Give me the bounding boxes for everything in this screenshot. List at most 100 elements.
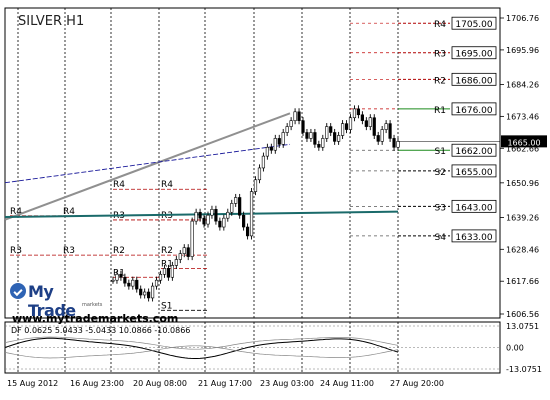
y-tick-label: 1639.26	[506, 213, 539, 222]
candle-body	[242, 214, 246, 228]
candle-body	[289, 120, 293, 127]
candle-body	[150, 285, 155, 299]
candle-body	[273, 138, 277, 151]
candle-body	[182, 247, 186, 254]
price-chart: SILVER H1R4R3R4R3R4R3R2R1R4R3R2R1S1R4170…	[4, 7, 547, 388]
candle-body	[222, 217, 226, 228]
candle-body	[206, 214, 210, 225]
candle-body	[344, 123, 349, 130]
candle-body	[392, 138, 396, 148]
candle-body	[166, 268, 171, 278]
candle-body	[234, 197, 238, 204]
main-plot-frame	[4, 7, 501, 319]
historical-level-label: R2	[113, 246, 125, 256]
y-tick-label: 1650.96	[506, 179, 539, 188]
candle-body	[281, 132, 285, 145]
historical-level-label: R3	[63, 246, 75, 256]
x-tick-label: 20 Aug 08:00	[133, 379, 187, 388]
historical-level-label: R2	[161, 246, 173, 256]
candle-body	[384, 123, 388, 130]
candle-body	[297, 111, 301, 121]
candle-body	[111, 279, 115, 282]
candle-body	[154, 279, 159, 287]
indicator-y-label: 0.00	[506, 344, 524, 353]
brand-logo: My Trade markets	[10, 282, 106, 320]
y-tick-label: 1617.66	[506, 277, 539, 286]
candle-body	[226, 211, 230, 219]
candle-body	[127, 282, 131, 287]
logo-check-icon	[10, 283, 26, 299]
indicator-label: DF 0.0625 5.0433 -5.0433 10.0866 -10.086…	[11, 326, 190, 335]
candle-body	[115, 273, 119, 281]
logo-sub-text: markets	[82, 302, 103, 308]
logo-brand-text: My Trade	[28, 282, 76, 320]
candle-body	[301, 120, 305, 133]
y-tick-label: 1606.56	[506, 310, 539, 319]
candle-body	[313, 132, 317, 145]
candle-body	[372, 117, 376, 136]
candle-body	[293, 111, 297, 121]
candle-body	[257, 167, 262, 181]
candle-body	[348, 117, 353, 130]
pivot-level-label: S2	[435, 168, 446, 178]
candle-body	[305, 132, 309, 139]
candle-body	[261, 155, 266, 169]
pivot-level-label: S1	[435, 147, 446, 157]
candle-body	[352, 108, 357, 119]
pivot-level-label: S3	[435, 203, 446, 213]
historical-level-label: R4	[113, 180, 125, 190]
candle-body	[360, 114, 364, 121]
y-tick-label: 1706.76	[506, 14, 539, 23]
indicator-y-label: -13.0751	[506, 365, 542, 374]
candle-body	[131, 279, 135, 287]
candle-body	[340, 123, 345, 136]
candle-body	[230, 203, 234, 213]
y-tick-label: 1628.46	[506, 245, 539, 254]
candle-body	[139, 288, 143, 296]
candle-body	[218, 220, 222, 228]
y-tick-label: 1662.66	[506, 144, 539, 153]
candle-body	[214, 209, 218, 222]
candle-body	[158, 273, 163, 281]
candle-body	[265, 146, 269, 157]
candle-body	[249, 191, 254, 237]
candle-body	[356, 108, 361, 116]
y-tick-label: 1684.26	[506, 80, 539, 89]
candle-body	[194, 211, 198, 222]
pivot-value-text: 1633.00	[455, 233, 492, 243]
candle-body	[186, 247, 190, 257]
historical-level-label: R3	[161, 211, 173, 221]
pivot-value-text: 1686.00	[455, 76, 492, 86]
pivot-level-label: R3	[434, 50, 446, 60]
candle-body	[380, 129, 384, 142]
candle-body	[238, 197, 242, 216]
candle-body	[198, 211, 202, 219]
candle-body	[119, 273, 123, 278]
indicator-y-label: 13.0751	[506, 322, 539, 331]
x-tick-label: 16 Aug 23:00	[70, 379, 124, 388]
candle-body	[202, 217, 206, 225]
candle-body	[325, 126, 329, 139]
candle-body	[123, 276, 127, 284]
chart-title: SILVER H1	[18, 14, 84, 29]
candle-body	[364, 120, 368, 127]
candle-body	[321, 138, 325, 148]
candle-body	[396, 141, 400, 148]
candle-body	[376, 135, 380, 142]
candle-body	[190, 220, 194, 257]
candle-body	[170, 265, 174, 278]
candle-body	[388, 123, 392, 139]
candle-body	[333, 132, 337, 142]
historical-level-label: R3	[10, 246, 22, 256]
pivot-level-label: R1	[434, 106, 446, 116]
pivot-value-text: 1695.00	[455, 50, 492, 60]
candle-body	[269, 146, 273, 151]
x-tick-label: 21 Aug 17:00	[198, 379, 252, 388]
candle-body	[143, 291, 147, 296]
historical-level-label: S1	[161, 301, 172, 311]
pivot-value-text: 1662.00	[455, 147, 492, 157]
candle-body	[147, 291, 151, 299]
candle-body	[162, 268, 167, 275]
x-tick-label: 24 Aug 11:00	[320, 379, 374, 388]
x-tick-label: 23 Aug 03:00	[260, 379, 314, 388]
